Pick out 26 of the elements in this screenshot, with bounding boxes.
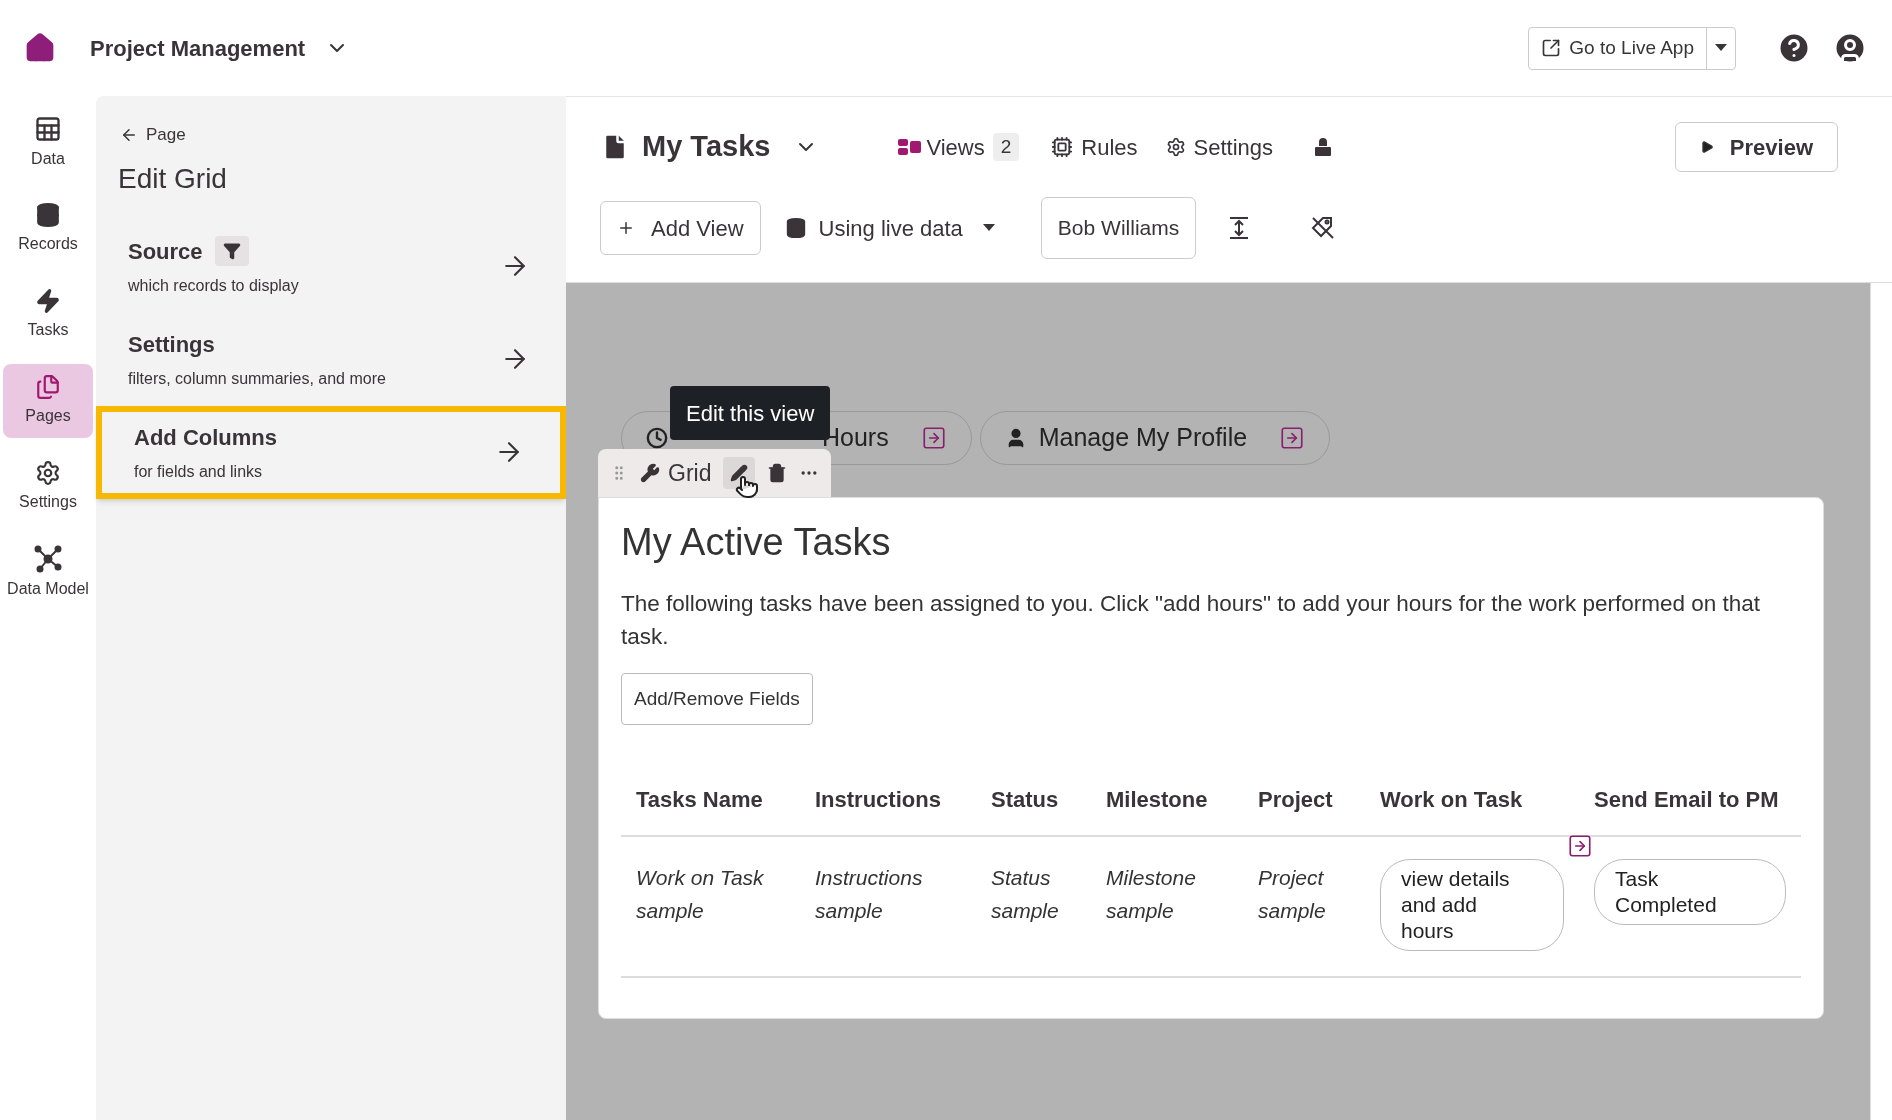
view-type-label: Grid bbox=[668, 458, 712, 488]
page-title: My Tasks bbox=[642, 129, 771, 165]
tooltip: Edit this view bbox=[670, 386, 831, 440]
column-header: Status bbox=[991, 786, 1059, 812]
app-title: Project Management bbox=[90, 34, 306, 63]
item-subtitle: which records to display bbox=[128, 275, 300, 296]
table-cell-text: Instructions sample bbox=[815, 865, 924, 924]
column-header: Project bbox=[1258, 786, 1333, 812]
table-cell-text: Project sample bbox=[1258, 865, 1327, 924]
column-header: Tasks Name bbox=[636, 786, 763, 812]
table-cell-text: Status sample bbox=[991, 865, 1060, 924]
table-cell-text: Milestone sample bbox=[1106, 865, 1197, 924]
column-header: Send Email to PM bbox=[1594, 786, 1779, 812]
column-header: Work on Task bbox=[1380, 786, 1523, 812]
item-subtitle: for fields and links bbox=[134, 461, 264, 482]
item-subtitle: filters, column summaries, and more bbox=[128, 368, 387, 389]
column-header: Instructions bbox=[815, 786, 941, 812]
view-description: The following tasks have been assigned to you. Click "add hours" to add your hours for the work performed on that task. bbox=[621, 590, 1762, 651]
panel-title: Edit Grid bbox=[118, 161, 228, 196]
views-count: 2 bbox=[992, 132, 1020, 162]
item-title: Source bbox=[128, 237, 203, 266]
table-cell-text: Work on Task sample bbox=[636, 865, 765, 924]
column-header: Milestone bbox=[1106, 786, 1208, 812]
item-title: Add Columns bbox=[134, 423, 277, 452]
item-title: Settings bbox=[128, 330, 215, 359]
view-title: My Active Tasks bbox=[621, 520, 892, 565]
